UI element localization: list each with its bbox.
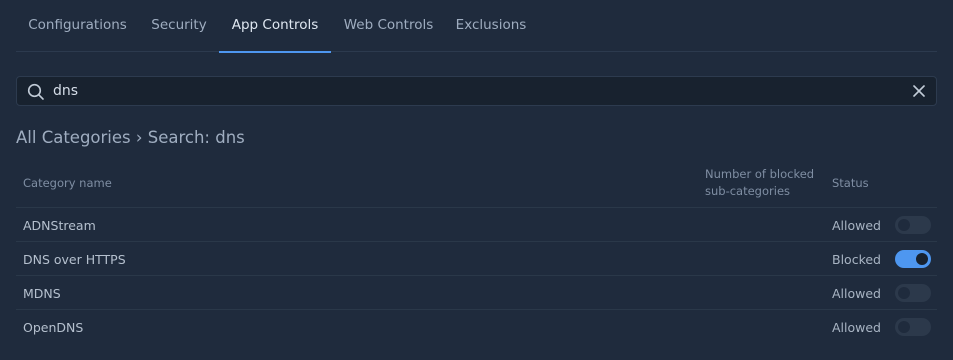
status-text: Blocked xyxy=(832,252,881,267)
tab-web-controls[interactable]: Web Controls xyxy=(331,0,446,52)
tab-security[interactable]: Security xyxy=(139,0,219,52)
categories-table: Category name Number of blocked sub-cate… xyxy=(16,158,937,343)
category-name: DNS over HTTPS xyxy=(23,252,126,267)
close-icon[interactable] xyxy=(913,85,925,97)
status-text: Allowed xyxy=(832,218,881,233)
status-toggle[interactable] xyxy=(895,250,931,268)
status-toggle[interactable] xyxy=(895,284,931,302)
table-row: MDNS Allowed xyxy=(16,276,937,310)
category-name: MDNS xyxy=(23,286,61,301)
column-header-blocked-count: Number of blocked sub-categories xyxy=(705,166,835,200)
category-name: OpenDNS xyxy=(23,320,84,335)
column-header-blocked-line1: Number of blocked xyxy=(705,167,815,181)
status-text: Allowed xyxy=(832,320,881,335)
table-row: ADNStream Allowed xyxy=(16,208,937,242)
tab-app-controls[interactable]: App Controls xyxy=(219,0,331,53)
tab-configurations[interactable]: Configurations xyxy=(16,0,139,52)
search-icon xyxy=(27,83,44,100)
table-header: Category name Number of blocked sub-cate… xyxy=(16,158,937,208)
toggle-knob xyxy=(916,253,928,265)
search-input[interactable] xyxy=(53,77,893,105)
table-row: DNS over HTTPS Blocked xyxy=(16,242,937,276)
breadcrumb: All Categories › Search: dns xyxy=(16,128,245,147)
tab-bar: Configurations Security App Controls Web… xyxy=(16,0,937,53)
toggle-knob xyxy=(898,321,910,333)
category-name: ADNStream xyxy=(23,218,96,233)
table-row: OpenDNS Allowed xyxy=(16,310,937,343)
toggle-knob xyxy=(898,287,910,299)
status-toggle[interactable] xyxy=(895,318,931,336)
column-header-blocked-line2: sub-categories xyxy=(705,184,791,198)
toggle-knob xyxy=(898,219,910,231)
column-header-status: Status xyxy=(832,176,869,190)
tab-exclusions[interactable]: Exclusions xyxy=(446,0,536,52)
search-box xyxy=(16,76,937,106)
status-text: Allowed xyxy=(832,286,881,301)
column-header-category-name: Category name xyxy=(23,176,112,190)
status-toggle[interactable] xyxy=(895,216,931,234)
app-controls-page: Configurations Security App Controls Web… xyxy=(0,0,953,360)
